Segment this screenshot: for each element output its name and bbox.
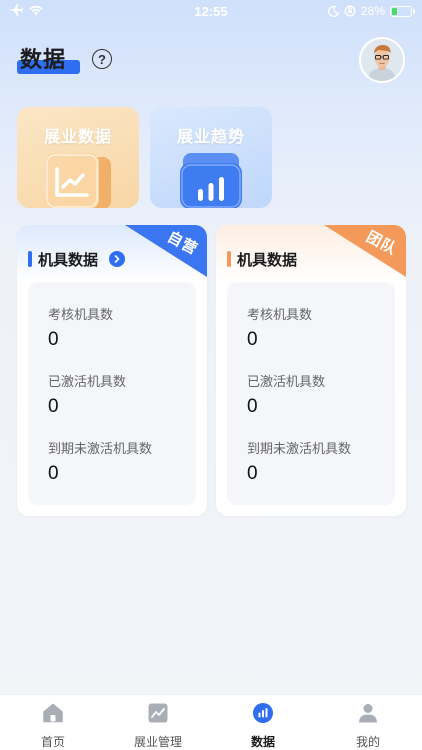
tab-label: 首页: [40, 735, 65, 749]
business-trend-card[interactable]: 展业趋势: [150, 107, 272, 208]
team-device-panel: 机具数据 团队 考核机具数 0 已激活机具数 0 到期未激活机具数 0: [216, 225, 406, 516]
stats-box: 考核机具数 0 已激活机具数 0 到期未激活机具数 0: [28, 282, 196, 505]
stats-box: 考核机具数 0 已激活机具数 0 到期未激活机具数 0: [227, 282, 395, 505]
user-icon: [359, 704, 377, 723]
stat-label: 已激活机具数: [48, 375, 127, 390]
avatar-image: [361, 39, 403, 81]
tab-bar: 首页 展业管理 数据 我的: [0, 694, 422, 750]
bar-chart-icon: [253, 703, 273, 723]
stat-value: 0: [247, 396, 258, 417]
tab-data[interactable]: 数据: [223, 703, 303, 750]
status-bar: 12:55 28%: [0, 0, 422, 26]
home-icon: [43, 703, 63, 723]
stat-value: 0: [48, 463, 59, 484]
stat-label: 到期未激活机具数: [48, 442, 153, 457]
stat-item: 考核机具数 0: [48, 304, 113, 351]
tab-label: 展业管理: [133, 735, 182, 749]
panel-title: 机具数据: [237, 251, 298, 269]
business-data-label: 展业数据: [43, 127, 112, 146]
stat-value: 0: [48, 329, 59, 350]
tab-label: 我的: [355, 735, 380, 749]
business-data-card[interactable]: 展业数据: [17, 107, 139, 208]
line-chart-icon: [45, 153, 111, 208]
stat-label: 考核机具数: [247, 308, 313, 323]
tab-home[interactable]: 首页: [13, 703, 93, 750]
orientation-lock-icon: [344, 5, 356, 17]
stat-item: 到期未激活机具数 0: [48, 438, 152, 485]
stat-label: 考核机具数: [48, 308, 114, 323]
stat-value: 0: [247, 463, 258, 484]
trend-chart-icon: [148, 703, 168, 723]
avatar[interactable]: [359, 37, 405, 83]
stat-item: 已激活机具数 0: [247, 371, 325, 418]
page-title: 数据: [20, 48, 67, 73]
panel-accent-bar: [28, 251, 32, 267]
business-trend-label: 展业趋势: [176, 127, 245, 146]
tab-label: 数据: [250, 735, 275, 749]
bar-chart-icon: [180, 153, 242, 208]
tab-business-management[interactable]: 展业管理: [118, 703, 198, 750]
stat-label: 已激活机具数: [247, 375, 326, 390]
status-right: 28%: [328, 4, 415, 18]
moon-icon: [328, 5, 339, 17]
panel-title: 机具数据: [38, 251, 99, 269]
help-icon[interactable]: ?: [92, 49, 112, 69]
self-device-panel: 机具数据 自营 考核机具数 0 已激活机具数 0 到期未激活机具数 0: [17, 225, 207, 516]
stat-item: 已激活机具数 0: [48, 371, 126, 418]
tab-mine[interactable]: 我的: [328, 703, 408, 750]
stat-value: 0: [247, 329, 258, 350]
panel-accent-bar: [227, 251, 231, 267]
battery-fill: [392, 7, 397, 15]
stat-item: 到期未激活机具数 0: [247, 438, 351, 485]
battery-percent: 28%: [360, 4, 385, 18]
stat-value: 0: [48, 396, 59, 417]
battery-icon: [390, 5, 415, 17]
stat-label: 到期未激活机具数: [247, 442, 352, 457]
stat-item: 考核机具数 0: [247, 304, 312, 351]
